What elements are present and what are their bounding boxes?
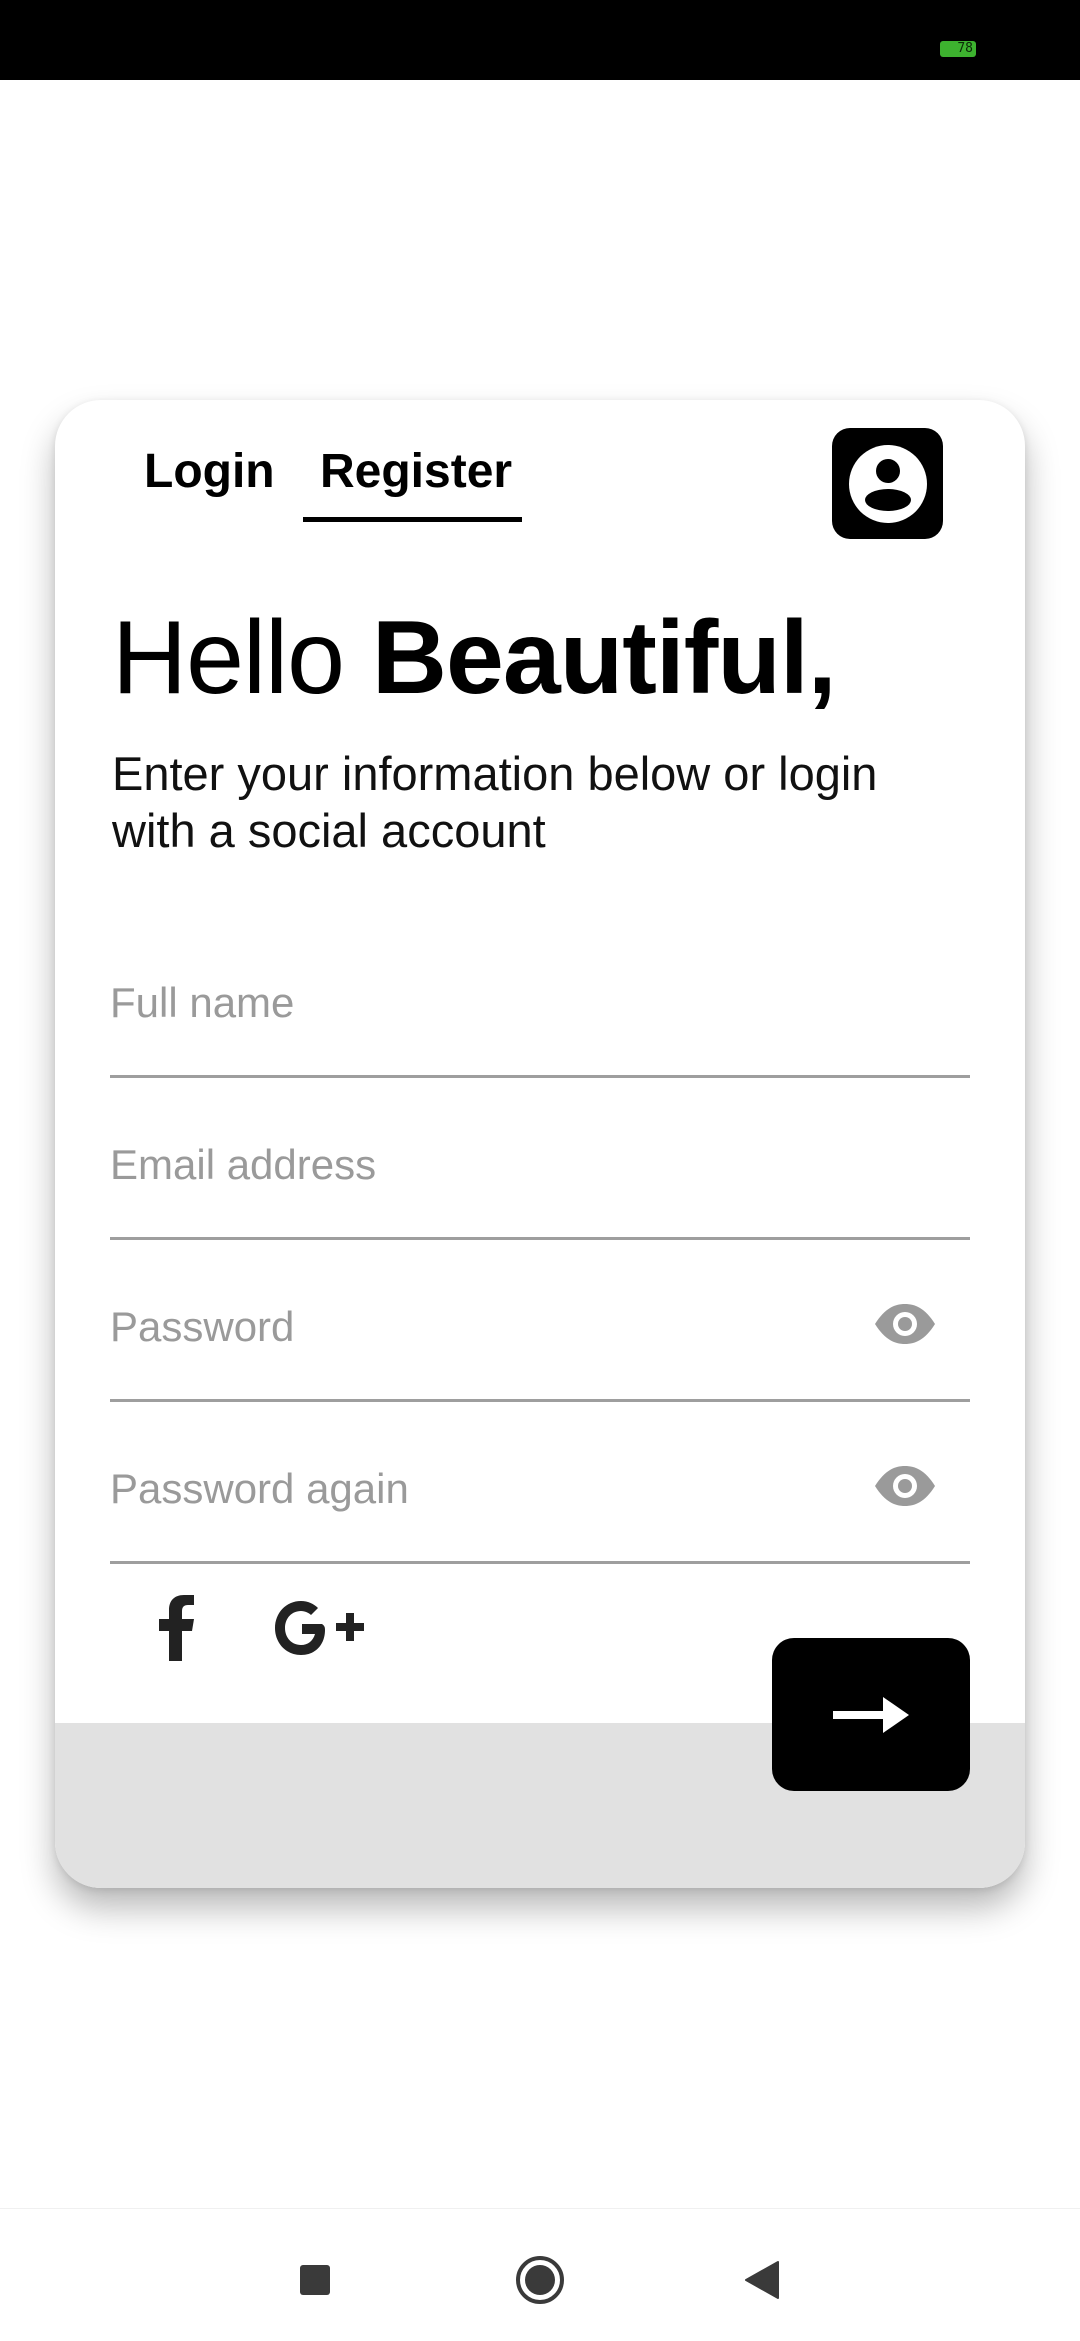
google-plus-icon (275, 1601, 364, 1655)
nav-home-button[interactable] (515, 2255, 565, 2305)
navigation-bar (0, 2208, 1080, 2341)
tab-login[interactable]: Login (144, 440, 275, 504)
google-plus-login-button[interactable] (272, 1588, 368, 1668)
facebook-icon (159, 1595, 194, 1661)
fullname-input[interactable] (110, 968, 870, 1038)
eye-icon (875, 1304, 935, 1344)
tab-indicator (303, 517, 522, 522)
eye-icon (875, 1466, 935, 1506)
greeting-bold: Beautiful, (371, 600, 837, 716)
status-bar: 78 (0, 0, 1080, 80)
email-field (110, 1080, 970, 1240)
triangle-back-icon (745, 2261, 779, 2299)
facebook-login-button[interactable] (148, 1588, 204, 1668)
password-again-input[interactable] (110, 1454, 870, 1524)
password-again-field (110, 1404, 970, 1564)
password-input[interactable] (110, 1292, 870, 1362)
arrow-right-icon (833, 1696, 909, 1733)
square-icon (300, 2265, 330, 2295)
fullname-field (110, 918, 970, 1078)
password-field (110, 1242, 970, 1402)
nav-back-button[interactable] (737, 2255, 787, 2305)
submit-button[interactable] (772, 1638, 970, 1791)
profile-button[interactable] (832, 428, 943, 539)
greeting-heading: Hello Beautiful, (112, 598, 837, 718)
tab-register[interactable]: Register (320, 440, 512, 504)
nav-recents-button[interactable] (290, 2255, 340, 2305)
account-circle-icon (848, 444, 927, 523)
email-input[interactable] (110, 1130, 870, 1200)
battery-indicator: 78 (940, 41, 976, 57)
greeting-regular: Hello (112, 600, 345, 716)
circle-icon (516, 2256, 564, 2304)
subtitle-text: Enter your information below or login wi… (112, 747, 878, 857)
password-visibility-toggle[interactable] (873, 1302, 937, 1346)
password-again-visibility-toggle[interactable] (873, 1464, 937, 1508)
